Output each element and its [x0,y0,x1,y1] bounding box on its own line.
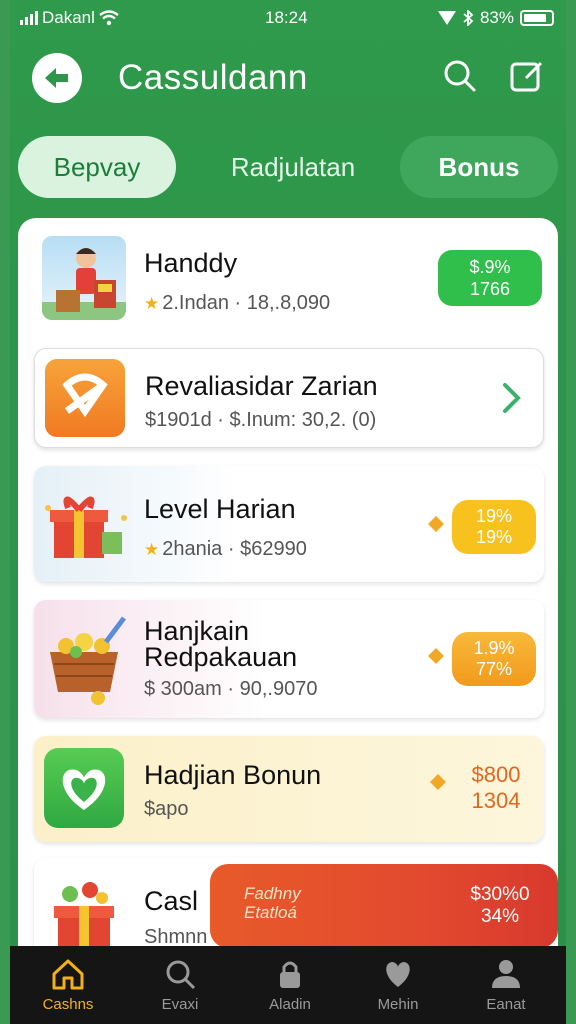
app-header: Cassuldann [10,44,566,110]
status-bar: Dakanl 18:24 83% [10,0,566,34]
tab-radjulatan[interactable]: Radjulatan [208,136,378,198]
carrier: Dakanl [20,8,119,28]
nav-item-aladin[interactable]: Aladin [240,946,340,1024]
coin-basket-image [40,612,136,708]
tab-bepvay[interactable]: Bepvay [18,136,176,198]
item-title: Handdy [144,248,238,278]
item-title: Level Harian [144,494,296,524]
nav-item-evaxi[interactable]: Evaxi [130,946,230,1024]
chevron-right-icon[interactable] [501,381,523,415]
list-item[interactable]: Hadjian Bonun $apo $800 1304 [34,736,544,842]
gem-icon [428,648,444,664]
wifi-icon [99,10,119,26]
nav-label: Cashns [42,996,94,1013]
cellular-icon [437,11,456,25]
gem-icon [430,774,446,790]
nav-label: Aladin [269,996,311,1013]
reward-value[interactable]: $800 1304 [454,762,538,814]
home-icon [52,959,84,990]
status-time: 18:24 [265,8,308,27]
promo-text: Fadhny Etatloá [244,884,301,922]
person-with-boxes-image [42,236,126,320]
heart-app-icon [44,748,124,828]
signal-icon [20,11,38,25]
tab-bar: Bepvay Radjulatan Bonus [18,136,558,198]
nav-label: Mehin [377,996,419,1013]
search-icon [166,960,196,990]
list-item[interactable]: Hanjkain Redpakauan $ 300am · 90,.9070 1… [34,600,544,718]
item-title: Hadjian Bonun [144,760,322,790]
item-title: Hanjkain Redpakauan [144,616,298,672]
carrier-name: Dakanl [42,8,95,27]
bottom-nav: Cashns Evaxi Aladin Mehin Eanat [10,946,566,1024]
nav-item-cashns[interactable]: Cashns [18,946,118,1024]
item-subtitle: ★ 2hania · $62990 [144,538,307,560]
gift-box-image [38,478,132,568]
item-title: Casl [144,886,199,916]
star-icon: ★ [144,540,160,559]
item-subtitle: $1901d · $.Inum: 30,2. (0) [145,409,377,431]
item-subtitle: $apo [144,798,189,820]
promo-banner[interactable]: Fadhny Etatloá $30%0 34% [210,864,558,948]
item-subtitle: ★ 2.Indan · 18,.8,090 [144,292,331,314]
item-subtitle: $ 300am · 90,.9070 [144,678,318,700]
app-screen: Dakanl 18:24 83% Cassuldann Bepvay Radju… [10,0,566,1024]
profile-icon [492,960,520,988]
list-item[interactable]: Level Harian ★ 2hania · $62990 19% 19% [34,466,544,582]
offer-list: Handdy ★ 2.Indan · 18,.8,090 $.9% 1766 Rev… [18,218,558,958]
search-icon[interactable] [442,58,478,94]
reward-badge[interactable]: 1.9% 77% [452,632,536,686]
page-title: Cassuldann [118,58,308,97]
app-tile-icon [45,359,125,437]
battery-percent: 83% [479,8,514,27]
star-icon: ★ [144,294,160,313]
bluetooth-icon [463,10,474,26]
edit-icon[interactable] [508,58,544,94]
promo-value: $30%0 34% [470,884,530,927]
list-item[interactable]: Revaliasidar Zarian $1901d · $.Inum: 30,… [34,348,544,448]
tab-bonus[interactable]: Bonus [400,136,558,198]
lock-icon [280,961,300,988]
heart-icon [386,962,410,987]
nav-label: Eanat [486,996,526,1013]
nav-item-eanat[interactable]: Eanat [456,946,556,1024]
battery-icon [520,10,554,26]
status-right: 83% [437,8,554,28]
item-title: Revaliasidar Zarian [145,371,378,401]
gem-icon [428,516,444,532]
arrow-left-icon [45,68,68,88]
list-item[interactable]: Handdy ★ 2.Indan · 18,.8,090 $.9% 1766 [34,228,544,332]
reward-badge[interactable]: 19% 19% [452,500,536,554]
nav-label: Evaxi [161,996,199,1013]
nav-item-mehin[interactable]: Mehin [348,946,448,1024]
back-button[interactable] [32,53,82,103]
reward-badge[interactable]: $.9% 1766 [438,250,542,306]
